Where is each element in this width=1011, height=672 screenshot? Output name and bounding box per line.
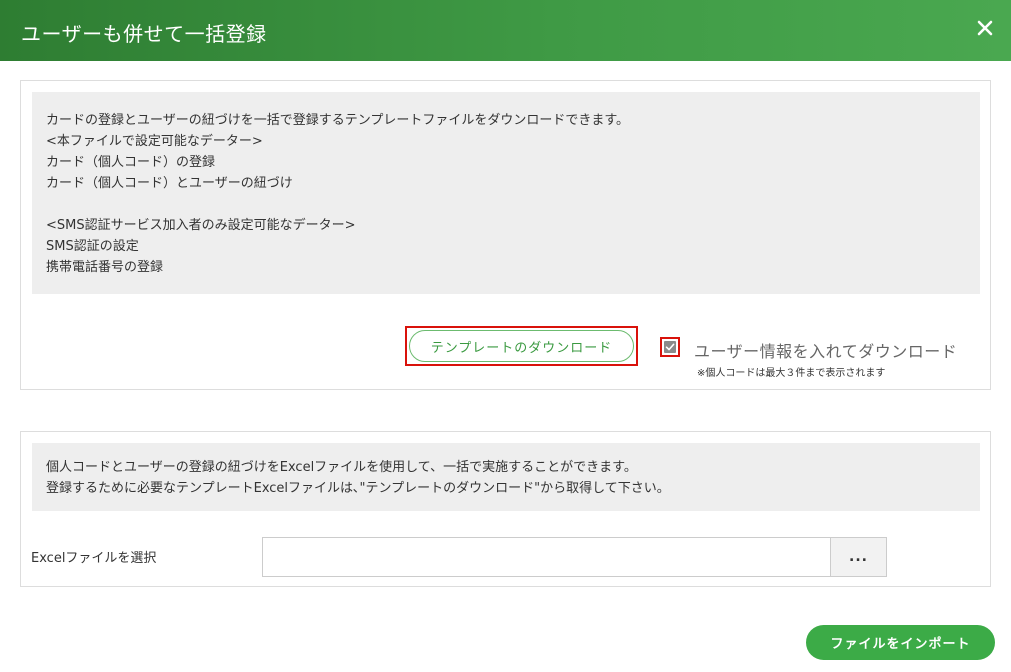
download-info-line: カード（個人コード）とユーザーの紐づけ	[46, 176, 293, 191]
template-download-button-label: テンプレートのダウンロード	[409, 330, 634, 362]
dialog-title: ユーザーも併せて一括登録	[21, 22, 267, 46]
download-info-box: カードの登録とユーザーの紐づけを一括で登録するテンプレートファイルをダウンロード…	[32, 92, 980, 294]
dialog-header: ユーザーも併せて一括登録	[0, 0, 1011, 61]
personal-code-note: ※個人コードは最大３件まで表示されます	[697, 368, 886, 379]
checkmark-icon	[665, 343, 675, 351]
excel-file-label: Excelファイルを選択	[31, 551, 157, 566]
import-info-line: 登録するために必要なテンプレートExcelファイルは､"テンプレートのダウンロー…	[46, 481, 670, 496]
close-button[interactable]	[973, 16, 997, 40]
import-info-box: 個人コードとユーザーの登録の紐づけをExcelファイルを使用して、一括で実施する…	[32, 443, 980, 511]
excel-import-panel: 個人コードとユーザーの登録の紐づけをExcelファイルを使用して、一括で実施する…	[20, 431, 991, 587]
download-info-line: 携帯電話番号の登録	[46, 260, 164, 275]
import-info-line: 個人コードとユーザーの登録の紐づけをExcelファイルを使用して、一括で実施する…	[46, 460, 637, 475]
download-info-line: カードの登録とユーザーの紐づけを一括で登録するテンプレートファイルをダウンロード…	[46, 113, 630, 128]
import-file-button[interactable]: ファイルをインポート	[806, 625, 995, 660]
download-info-line: カード（個人コード）の登録	[46, 155, 216, 170]
include-user-info-checkbox[interactable]	[660, 337, 680, 357]
close-icon	[977, 20, 993, 36]
download-info-line: SMS認証の設定	[46, 239, 139, 254]
template-download-button[interactable]: テンプレートのダウンロード	[405, 326, 638, 366]
checkbox-checked-state	[664, 341, 676, 353]
download-info-line: <本ファイルで設定可能なデーター>	[46, 134, 263, 149]
include-user-info-label[interactable]: ユーザー情報を入れてダウンロード	[694, 338, 957, 362]
download-info-line: <SMS認証サービス加入者のみ設定可能なデーター>	[46, 218, 356, 233]
download-info-spacer	[46, 194, 966, 215]
browse-file-button[interactable]: ...	[830, 537, 887, 577]
template-download-panel: カードの登録とユーザーの紐づけを一括で登録するテンプレートファイルをダウンロード…	[20, 80, 991, 390]
bulk-register-dialog: ユーザーも併せて一括登録 カードの登録とユーザーの紐づけを一括で登録するテンプレ…	[0, 0, 1011, 672]
excel-file-path-input[interactable]	[262, 537, 830, 577]
